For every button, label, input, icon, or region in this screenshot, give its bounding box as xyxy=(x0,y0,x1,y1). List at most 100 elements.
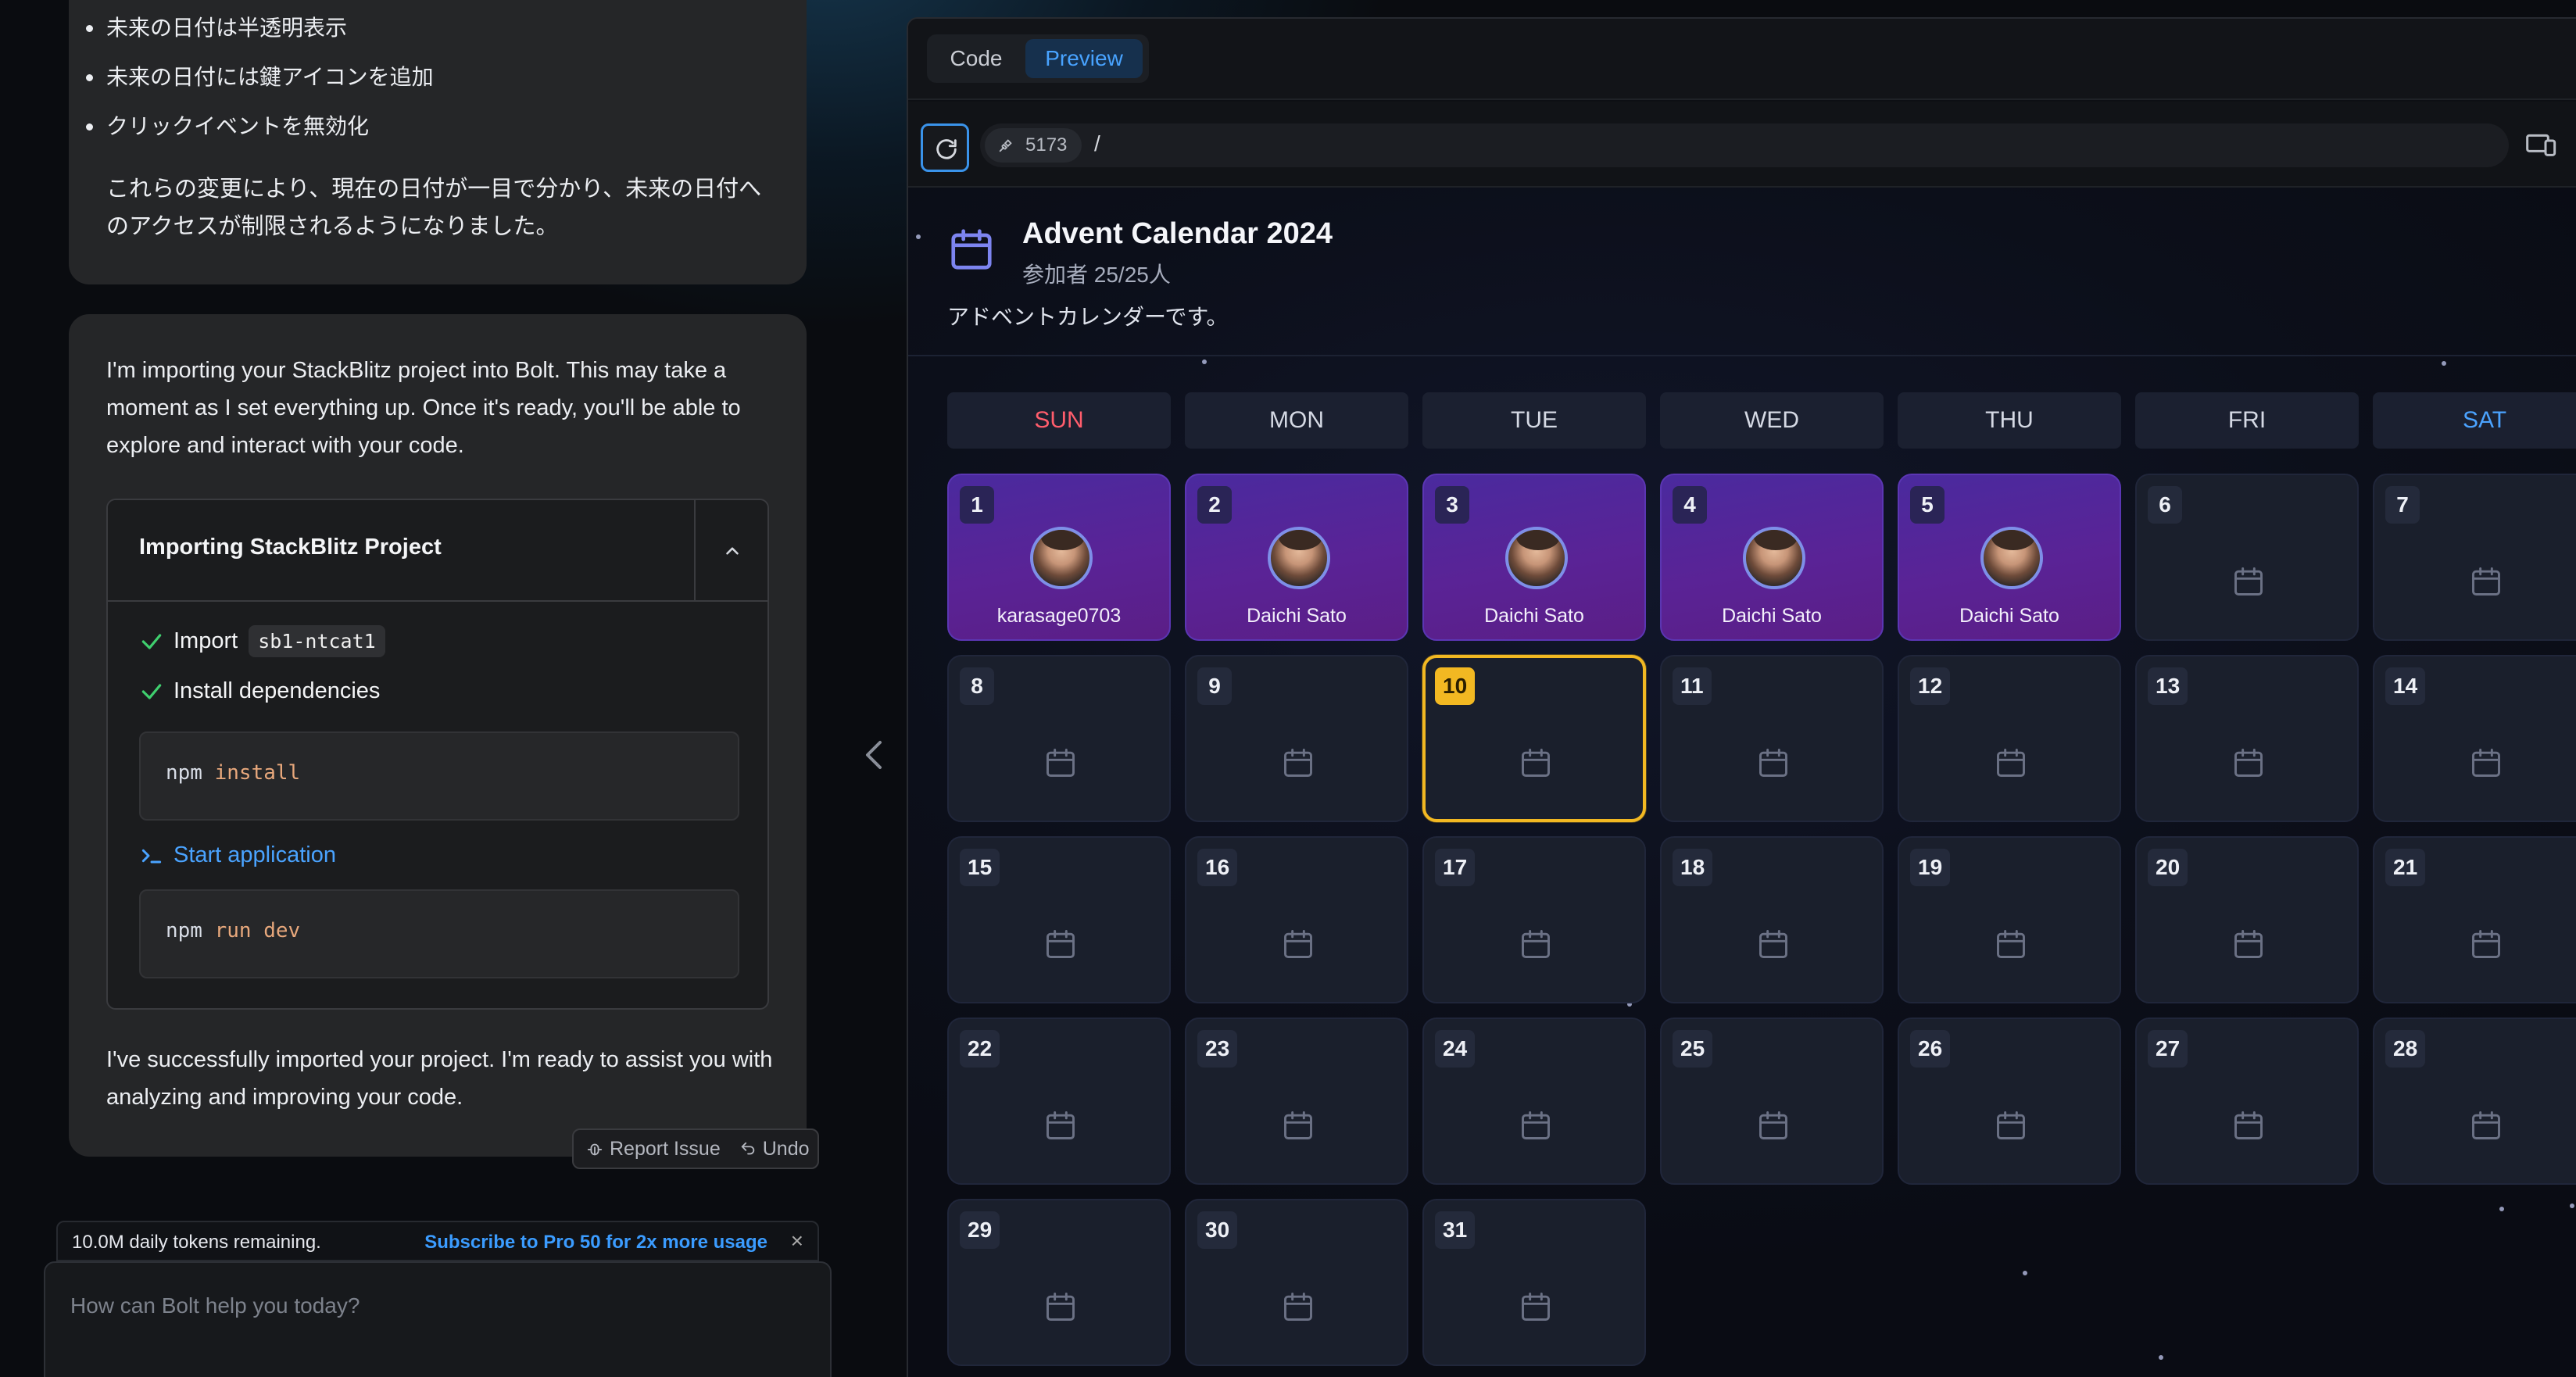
calendar-day-16[interactable]: 16 xyxy=(1185,836,1408,1003)
calendar-icon xyxy=(1994,746,2028,784)
collapse-chat-icon[interactable] xyxy=(863,739,885,771)
workbench-panel: Code Preview 5173 / Advent Calendar 2024 xyxy=(907,17,2576,1377)
reload-button[interactable] xyxy=(921,123,969,172)
calendar-day-20[interactable]: 20 xyxy=(2135,836,2359,1003)
author-avatar xyxy=(1743,527,1805,589)
calendar-icon xyxy=(1281,1108,1315,1146)
calendar-day-28[interactable]: 28 xyxy=(2373,1018,2576,1185)
import-artifact: Importing StackBlitz Project Import sb1-… xyxy=(106,499,769,1010)
weekday-header-tue: TUE xyxy=(1422,392,1646,449)
done-message-text: I've successfully imported your project.… xyxy=(106,1047,773,1110)
day-number: 30 xyxy=(1197,1211,1238,1249)
calendar-day-30[interactable]: 30 xyxy=(1185,1199,1408,1366)
token-banner: 10.0M daily tokens remaining. Subscribe … xyxy=(56,1221,819,1261)
calendar-day-26[interactable]: 26 xyxy=(1898,1018,2121,1185)
view-switcher: Code Preview xyxy=(927,34,1149,83)
calendar-day-19[interactable]: 19 xyxy=(1898,836,2121,1003)
author-avatar xyxy=(1505,527,1568,589)
calendar-day-25[interactable]: 25 xyxy=(1660,1018,1884,1185)
summary-text: これらの変更により、現在の日付が一目で分かり、未来の日付へのアクセスが制限される… xyxy=(106,177,762,239)
step-start-label: Start application xyxy=(174,842,336,867)
weekday-header-thu: THU xyxy=(1898,392,2121,449)
calendar-day-2[interactable]: 2 Daichi Sato xyxy=(1185,474,1408,641)
calendar-day-29[interactable]: 29 xyxy=(947,1199,1171,1366)
calendar-icon xyxy=(951,229,992,270)
chat-panel: 未来の日付は半透明表示 未来の日付には鍵アイコンを追加 クリックイベントを無効化… xyxy=(0,0,907,1377)
day-number: 27 xyxy=(2148,1030,2188,1068)
install-cmd: npm xyxy=(166,761,202,785)
report-issue-label: Report Issue xyxy=(610,1137,721,1160)
calendar-day-27[interactable]: 27 xyxy=(2135,1018,2359,1185)
refresh-icon xyxy=(936,139,957,159)
url-path: / xyxy=(1094,131,1100,156)
calendar-icon xyxy=(1519,1289,1553,1328)
calendar-day-5[interactable]: 5 Daichi Sato xyxy=(1898,474,2121,641)
author-avatar xyxy=(1030,527,1093,589)
calendar-day-21[interactable]: 21 xyxy=(2373,836,2576,1003)
install-arg: install xyxy=(214,761,301,785)
day-number: 29 xyxy=(960,1211,1000,1249)
step-install-label: Install dependencies xyxy=(174,678,381,703)
calendar-icon xyxy=(2469,746,2503,784)
calendar-day-24[interactable]: 24 xyxy=(1422,1018,1646,1185)
weekday-header-wed: WED xyxy=(1660,392,1884,449)
report-issue-button[interactable]: Report Issue xyxy=(586,1138,721,1161)
calendar-day-12[interactable]: 12 xyxy=(1898,655,2121,822)
day-number: 24 xyxy=(1435,1030,1476,1068)
artifact-header[interactable]: Importing StackBlitz Project xyxy=(108,500,767,602)
day-number: 20 xyxy=(2148,849,2188,886)
day-number: 18 xyxy=(1673,849,1713,886)
calendar-day-4[interactable]: 4 Daichi Sato xyxy=(1660,474,1884,641)
step-import: Import sb1-ntcat1 xyxy=(139,625,385,657)
tab-preview[interactable]: Preview xyxy=(1025,39,1143,78)
calendar-day-31[interactable]: 31 xyxy=(1422,1199,1646,1366)
calendar-day-14[interactable]: 14 xyxy=(2373,655,2576,822)
calendar-day-22[interactable]: 22 xyxy=(947,1018,1171,1185)
day-number: 14 xyxy=(2385,667,2426,705)
check-icon xyxy=(141,683,162,699)
calendar-icon xyxy=(1756,746,1791,784)
preview-address-bar: 5173 / xyxy=(908,102,2576,188)
port-selector[interactable]: 5173 xyxy=(985,128,1082,163)
author-name: Daichi Sato xyxy=(1484,605,1584,627)
calendar-day-17[interactable]: 17 xyxy=(1422,836,1646,1003)
calendar-day-23[interactable]: 23 xyxy=(1185,1018,1408,1185)
undo-icon xyxy=(741,1142,754,1155)
day-number: 16 xyxy=(1197,849,1238,886)
day-number: 11 xyxy=(1673,667,1712,705)
calendar-day-11[interactable]: 11 xyxy=(1660,655,1884,822)
calendar-day-8[interactable]: 8 xyxy=(947,655,1171,822)
calendar-day-10[interactable]: 10 xyxy=(1422,655,1646,822)
participant-count: 参加者 25/25人 xyxy=(1022,263,1171,287)
undo-button[interactable]: Undo xyxy=(739,1138,810,1161)
star-decoration xyxy=(2499,1207,2504,1211)
day-number: 26 xyxy=(1910,1030,1951,1068)
calendar-icon xyxy=(1994,1108,2028,1146)
calendar-icon xyxy=(2231,564,2266,603)
calendar-icon xyxy=(1519,1108,1553,1146)
calendar-day-13[interactable]: 13 xyxy=(2135,655,2359,822)
subscribe-link[interactable]: Subscribe to Pro 50 for 2x more usage xyxy=(424,1232,767,1254)
calendar-day-9[interactable]: 9 xyxy=(1185,655,1408,822)
calendar-day-18[interactable]: 18 xyxy=(1660,836,1884,1003)
tab-code[interactable]: Code xyxy=(933,39,1019,78)
calendar-day-15[interactable]: 15 xyxy=(947,836,1171,1003)
calendar-icon xyxy=(2231,1108,2266,1146)
prompt-input[interactable] xyxy=(70,1286,774,1325)
calendar-icon xyxy=(1281,1289,1315,1328)
calendar-day-7[interactable]: 7 xyxy=(2373,474,2576,641)
device-toggle-icon[interactable] xyxy=(2526,131,2557,158)
calendar-day-1[interactable]: 1 karasage0703 xyxy=(947,474,1171,641)
calendar-day-6[interactable]: 6 xyxy=(2135,474,2359,641)
close-banner-button[interactable]: × xyxy=(791,1229,803,1254)
author-avatar xyxy=(1980,527,2043,589)
tokens-remaining-text: 10.0M daily tokens remaining. xyxy=(72,1232,321,1253)
url-field[interactable]: 5173 / xyxy=(980,123,2509,167)
artifact-collapse-button[interactable] xyxy=(694,500,767,600)
calendar-icon xyxy=(1281,746,1315,784)
step-start[interactable]: Start application xyxy=(139,842,336,868)
calendar-icon xyxy=(1281,927,1315,965)
assistant-message-card: 未来の日付は半透明表示 未来の日付には鍵アイコンを追加 クリックイベントを無効化… xyxy=(69,0,807,284)
calendar-icon xyxy=(1043,1289,1078,1328)
calendar-day-3[interactable]: 3 Daichi Sato xyxy=(1422,474,1646,641)
